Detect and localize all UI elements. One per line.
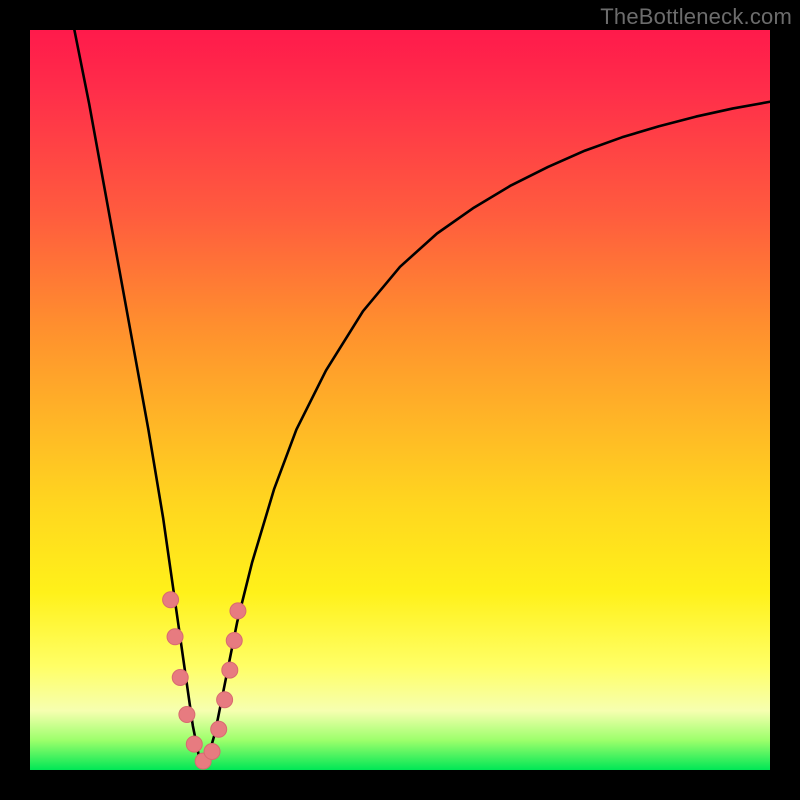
highlighted-points	[163, 592, 246, 769]
bottleneck-curve	[74, 30, 770, 763]
marker-point	[204, 744, 220, 760]
marker-point	[222, 662, 238, 678]
chart-svg	[30, 30, 770, 770]
marker-point	[167, 629, 183, 645]
marker-point	[186, 736, 202, 752]
marker-point	[163, 592, 179, 608]
marker-point	[217, 692, 233, 708]
plot-area	[30, 30, 770, 770]
marker-point	[179, 707, 195, 723]
watermark-text: TheBottleneck.com	[600, 4, 792, 30]
chart-frame: TheBottleneck.com	[0, 0, 800, 800]
marker-point	[211, 721, 227, 737]
marker-point	[226, 633, 242, 649]
marker-point	[230, 603, 246, 619]
marker-point	[172, 670, 188, 686]
